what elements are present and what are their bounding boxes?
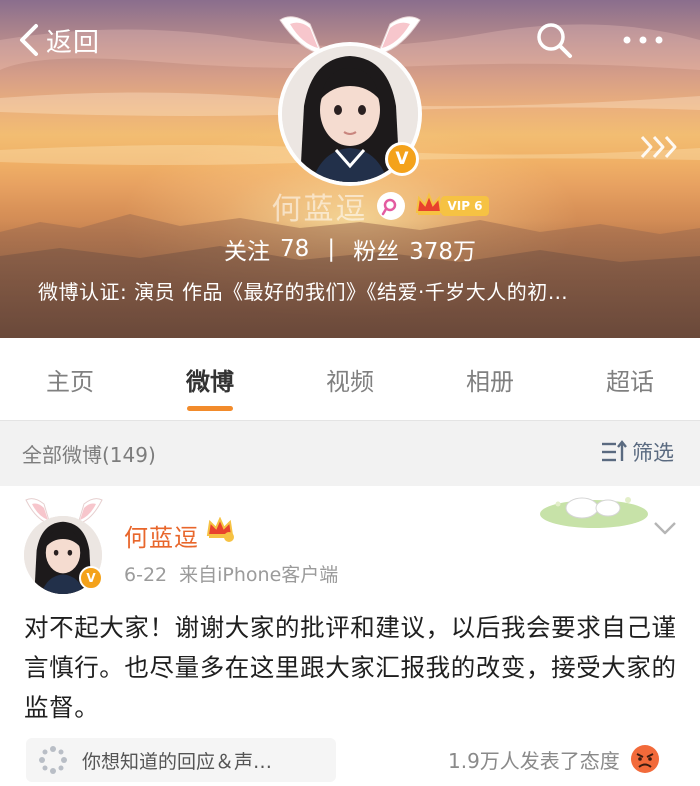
filter-bar: 全部微博(149) 筛选 — [0, 420, 700, 484]
post-meta: 6-22 来自iPhone客户端 — [124, 560, 338, 587]
topic-chip[interactable]: 你想知道的回应＆声… — [26, 738, 336, 782]
back-label: 返回 — [46, 27, 101, 58]
followers-label[interactable]: 粉丝 — [353, 232, 399, 266]
post-body-text: 对不起大家！谢谢大家的批评和建议，以后我会要求自己谨言慎行。也尽量多在这里跟大家… — [24, 613, 677, 722]
profile-tabs: 主页 微博 视频 相册 超话 — [0, 338, 700, 420]
follow-stats: 关注 78 | 粉丝 378万 — [0, 232, 700, 266]
filter-label: 筛选 — [632, 441, 674, 465]
chevron-down-icon[interactable] — [652, 518, 678, 538]
search-button[interactable] — [534, 20, 574, 60]
profile-name: 何蓝逗 — [271, 192, 368, 227]
more-icon — [623, 36, 663, 44]
tab-weibo[interactable]: 微博 — [140, 338, 280, 420]
crown-icon — [415, 192, 443, 220]
verification-text: 微博认证: 演员 作品《最好的我们》《结爱·千岁大人的初… — [38, 280, 569, 304]
tab-label: 主页 — [46, 367, 94, 396]
post-source: 来自iPhone客户端 — [179, 564, 339, 586]
verified-badge: V — [385, 142, 419, 176]
back-button[interactable]: 返回 — [18, 20, 100, 60]
tab-video[interactable]: 视频 — [280, 338, 420, 420]
post-date: 6-22 — [124, 564, 168, 586]
tab-album[interactable]: 相册 — [420, 338, 560, 420]
angry-face-icon — [630, 745, 659, 773]
tab-label: 超话 — [606, 367, 654, 396]
expand-arrows-button[interactable] — [638, 132, 682, 162]
crown-icon — [206, 516, 234, 547]
active-tab-indicator — [187, 406, 233, 411]
following-label[interactable]: 关注 — [224, 232, 270, 266]
tab-supertopic[interactable]: 超话 — [560, 338, 700, 420]
gender-icon — [377, 192, 406, 220]
profile-name-row: 何蓝逗 VIP 6 — [0, 186, 700, 227]
reactions-summary[interactable]: 1.9万人发表了态度 — [448, 744, 660, 774]
following-count[interactable]: 78 — [280, 236, 309, 262]
post-author-avatar[interactable] — [20, 486, 106, 594]
back-chevron-icon — [20, 24, 38, 56]
vip-badge: VIP 6 — [441, 196, 489, 216]
weibo-count: 全部微博(149) — [22, 443, 156, 467]
followers-count[interactable]: 378万 — [409, 232, 476, 266]
more-button[interactable] — [620, 20, 666, 60]
filter-button[interactable]: 筛选 — [600, 437, 674, 467]
post-author-name[interactable]: 何蓝逗 — [124, 518, 199, 553]
search-icon — [537, 23, 572, 58]
tab-label: 微博 — [186, 367, 234, 396]
stats-separator: | — [327, 236, 336, 262]
tab-home[interactable]: 主页 — [0, 338, 140, 420]
sticker-decoration-icon — [540, 497, 648, 528]
filter-icon — [602, 440, 627, 462]
topic-chip-label: 你想知道的回应＆声… — [82, 750, 273, 773]
tab-label: 视频 — [326, 367, 374, 396]
reactions-label: 1.9万人发表了态度 — [448, 748, 620, 773]
verified-badge: V — [79, 566, 103, 590]
topic-icon — [39, 746, 67, 774]
triple-chevron-icon — [640, 135, 677, 159]
tab-label: 相册 — [466, 367, 514, 396]
